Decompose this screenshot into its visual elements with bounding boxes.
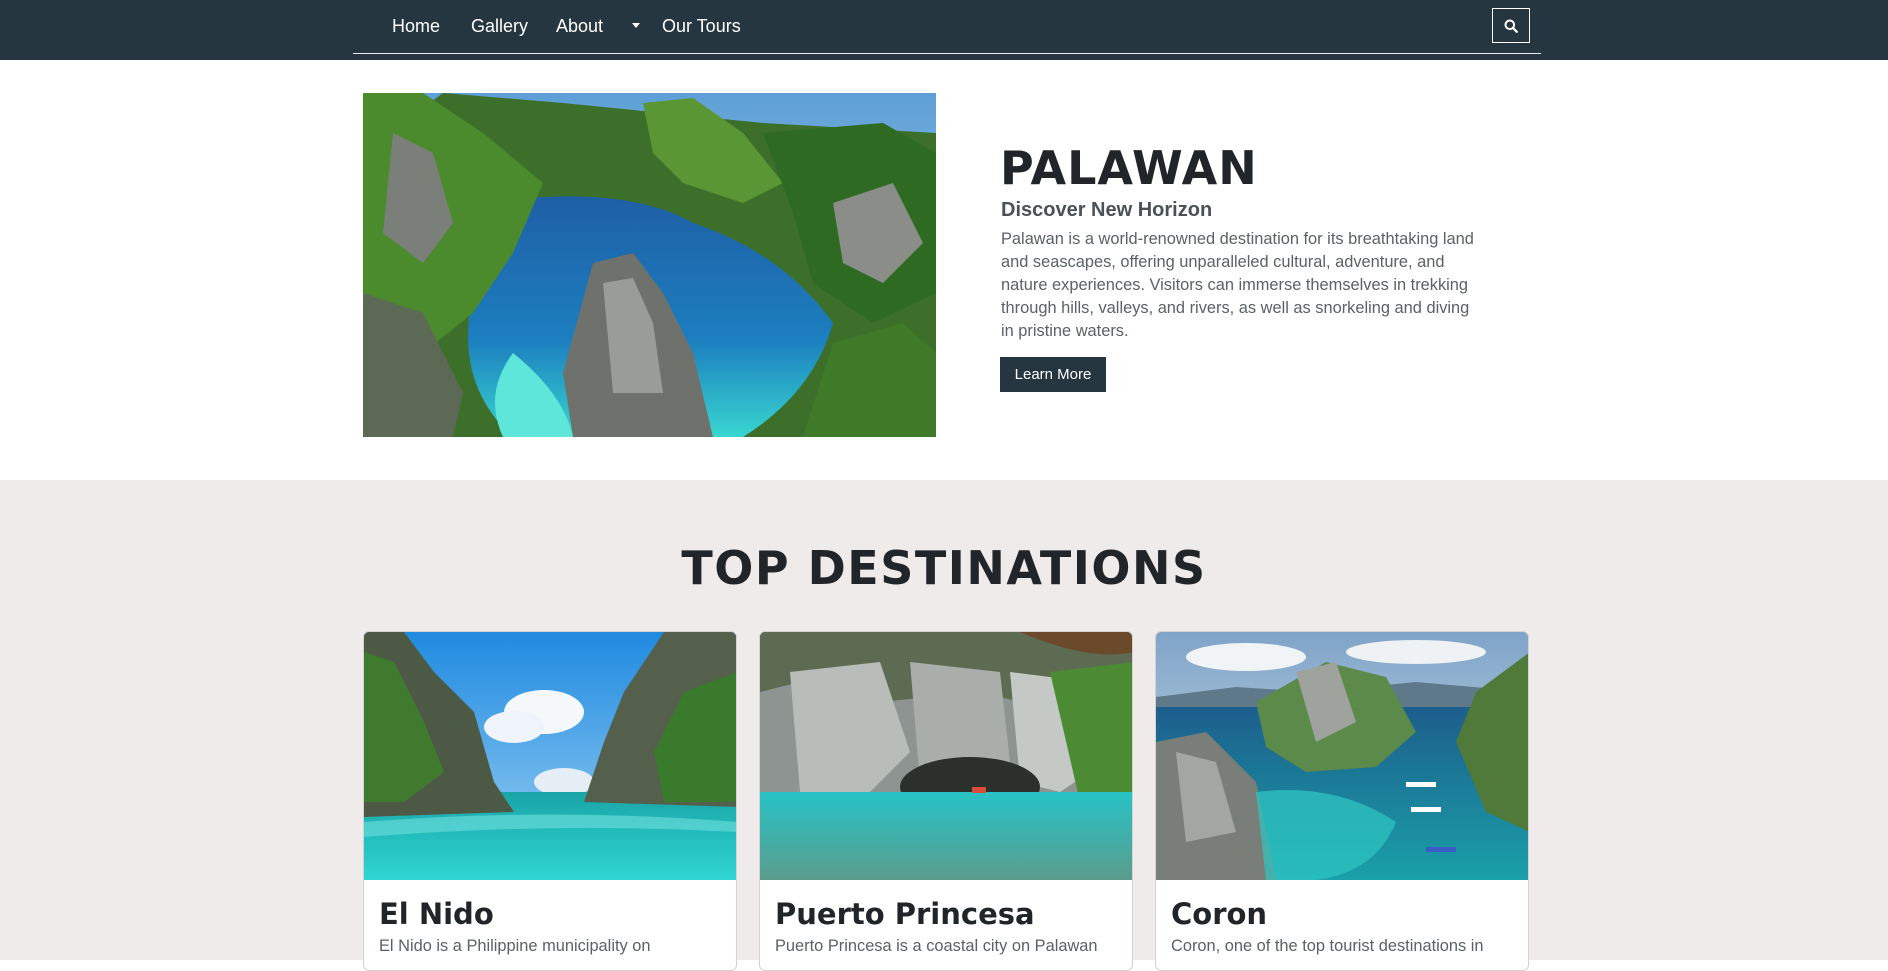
destination-card-el-nido[interactable]: El Nido El Nido is a Philippine municipa… xyxy=(363,631,737,971)
hero-title: PALAWAN xyxy=(1000,141,1258,195)
caret-down-icon[interactable] xyxy=(632,23,640,28)
navbar-container: Home Gallery About Our Tours xyxy=(353,0,1541,54)
nav-home-link[interactable]: Home xyxy=(392,15,440,37)
hero-description: Palawan is a world-renowned destination … xyxy=(1001,230,1474,340)
card-title: Puerto Princesa xyxy=(775,897,1035,931)
card-title: Coron xyxy=(1171,897,1268,931)
card-image xyxy=(760,632,1132,880)
learn-more-button[interactable]: Learn More xyxy=(1000,357,1106,392)
nav-gallery-link[interactable]: Gallery xyxy=(471,15,528,37)
nav-our-tours-link[interactable]: Our Tours xyxy=(662,15,741,37)
card-title: El Nido xyxy=(379,897,494,931)
navbar: Home Gallery About Our Tours xyxy=(0,0,1888,60)
hero-subtitle: Discover New Horizon xyxy=(1001,199,1213,221)
card-text: Coron, one of the top tourist destinatio… xyxy=(1171,937,1484,955)
card-text: Puerto Princesa is a coastal city on Pal… xyxy=(775,937,1098,955)
search-icon xyxy=(1504,19,1518,33)
nav-about-link[interactable]: About xyxy=(556,15,603,37)
section-heading: TOP DESTINATIONS xyxy=(681,541,1207,595)
card-image xyxy=(1156,632,1528,880)
top-destinations-section: TOP DESTINATIONS El Nido El Nido is a Ph… xyxy=(0,480,1888,971)
destination-card-puerto-princesa[interactable]: Puerto Princesa Puerto Princesa is a coa… xyxy=(759,631,1133,971)
hero-image xyxy=(363,93,936,437)
card-image xyxy=(364,632,736,880)
card-text: El Nido is a Philippine municipality on xyxy=(379,937,651,955)
destination-card-coron[interactable]: Coron Coron, one of the top tourist dest… xyxy=(1155,631,1529,971)
search-button[interactable] xyxy=(1492,8,1530,43)
